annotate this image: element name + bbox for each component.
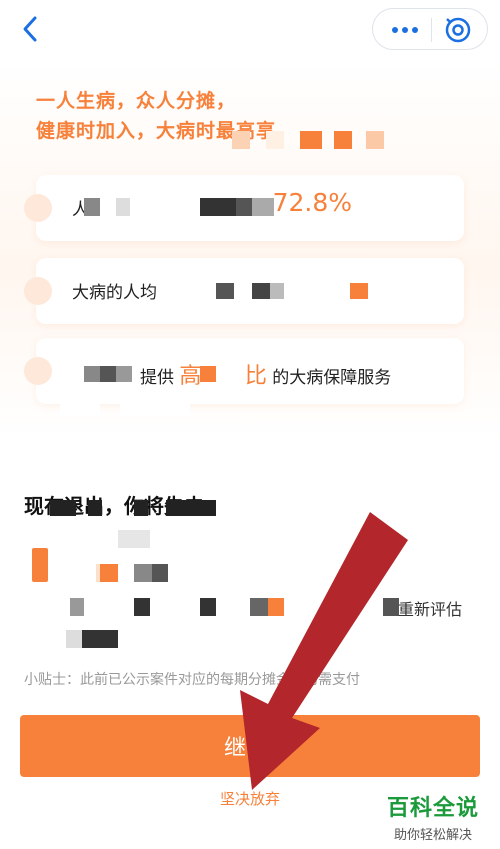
- card-2-text: 大病的人均: [72, 283, 157, 303]
- mini-program-capsule: [372, 8, 488, 50]
- mosaic-card-1: [84, 198, 284, 220]
- mosaic-card-2: [216, 283, 376, 303]
- watermark-name: 百科全说: [386, 796, 479, 821]
- card-dot: [24, 357, 52, 385]
- loss-item-marker: [32, 548, 48, 582]
- watermark-slogan: 助你轻松解决: [393, 828, 472, 843]
- card-1-highlight: 72.8%: [272, 188, 352, 217]
- mosaic-title: [30, 500, 230, 518]
- mosaic-card-3: [60, 366, 260, 416]
- card-dot: [24, 194, 52, 222]
- card-dot: [24, 277, 52, 305]
- mosaic-loss-items: [60, 530, 390, 650]
- mosaic-hero: [232, 131, 392, 151]
- chevron-left-icon[interactable]: [14, 12, 48, 46]
- watermark: 百科全说 助你轻松解决: [378, 790, 488, 843]
- top-nav-bar: [0, 0, 500, 58]
- card-3-suffix: 的大病保障服务: [272, 368, 392, 388]
- capsule-divider: [431, 18, 432, 42]
- close-circle-icon[interactable]: [443, 15, 473, 45]
- hero-slogan-line1: 一人生病，众人分摊，: [36, 90, 237, 112]
- tip-text: 小贴士：此前已公示案件对应的每期分摊金额仍需支付: [24, 672, 360, 688]
- more-dots-icon[interactable]: [387, 17, 423, 43]
- continue-button[interactable]: 继续: [20, 715, 480, 777]
- reevaluate-link[interactable]: 重新评估: [398, 596, 462, 620]
